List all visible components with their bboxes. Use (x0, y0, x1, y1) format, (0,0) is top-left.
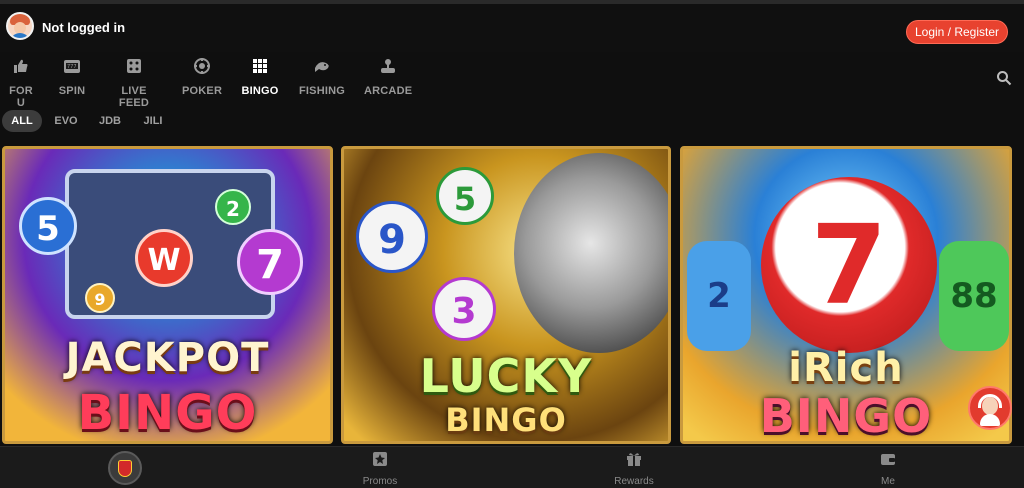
star-ticket-icon (350, 451, 410, 469)
bingo-ball: 3 (432, 277, 496, 341)
provider-filter: ALL EVO JDB JILI (0, 110, 1024, 134)
provider-pill-jdb[interactable]: JDB (94, 110, 126, 132)
game-title-line2: BINGO (77, 385, 258, 441)
user-avatar-icon[interactable] (6, 12, 34, 40)
login-register-button[interactable]: Login / Register (906, 20, 1008, 44)
game-title-line1: iRich (788, 345, 904, 391)
bingo-ball: 9 (85, 283, 115, 313)
game-title-line2: BINGO (445, 401, 567, 439)
category-tab-spin[interactable]: 777 SPIN (56, 58, 88, 102)
vault-door-art (514, 153, 668, 353)
game-card-irich-bingo[interactable]: 2 88 7 iRich BINGO (680, 146, 1012, 444)
login-status: Not logged in (42, 20, 126, 35)
customer-support-icon[interactable] (968, 386, 1012, 430)
provider-pill-evo[interactable]: EVO (50, 110, 82, 132)
game-card-lucky-bingo[interactable]: 9 5 3 LUCKY BINGO (341, 146, 671, 444)
bingo-ball: 5 (436, 167, 494, 225)
home-logo-icon[interactable] (108, 451, 142, 485)
category-label: LIVE FEED (118, 85, 150, 109)
slot-machine-icon: 777 (56, 58, 88, 76)
bingo-ball: 5 (19, 197, 77, 255)
wallet-icon (858, 451, 918, 469)
category-tab-poker[interactable]: POKER (182, 58, 222, 102)
fish-icon (298, 58, 346, 76)
top-bar: Not logged in Login / Register (0, 0, 1024, 52)
bingo-ball: 88 (939, 241, 1009, 351)
category-label: FOR U (9, 85, 33, 109)
category-tab-bingo[interactable]: BINGO (240, 58, 280, 102)
provider-pill-jili[interactable]: JILI (138, 110, 168, 132)
bottom-nav: Promos Rewards Me (0, 446, 1024, 488)
thumbs-up-icon (4, 58, 38, 76)
bingo-ball: 2 (687, 241, 751, 351)
bingo-ball: 7 (761, 177, 937, 353)
category-label: ARCADE (364, 85, 413, 97)
game-title-line1: LUCKY (419, 349, 593, 403)
category-tab-for-u[interactable]: FOR U (4, 58, 38, 109)
game-title-line1: JACKPOT (65, 335, 270, 381)
search-icon[interactable] (996, 70, 1012, 86)
joystick-icon (364, 58, 412, 76)
svg-text:777: 777 (67, 64, 77, 70)
game-title-line2: BINGO (759, 389, 933, 443)
bingo-ball: W (135, 229, 193, 287)
bottom-nav-rewards[interactable]: Rewards (604, 451, 664, 487)
category-label: BINGO (241, 85, 279, 97)
bottom-nav-label: Me (881, 476, 895, 487)
bottom-nav-promos[interactable]: Promos (350, 451, 410, 487)
category-tab-fishing[interactable]: FISHING (298, 58, 346, 102)
bingo-grid-icon (240, 58, 280, 76)
poker-chip-icon (182, 58, 222, 76)
bottom-nav-label: Rewards (614, 476, 654, 487)
category-label: POKER (182, 85, 223, 97)
category-tab-arcade[interactable]: ARCADE (364, 58, 412, 102)
bingo-ball: 7 (237, 229, 303, 295)
provider-pill-all[interactable]: ALL (2, 110, 42, 132)
dice-icon (106, 58, 162, 76)
game-card-jackpot-bingo[interactable]: 5 W 2 7 9 JACKPOT BINGO (2, 146, 333, 444)
gift-icon (604, 451, 664, 469)
bingo-ball: 2 (215, 189, 251, 225)
bottom-nav-me[interactable]: Me (858, 451, 918, 487)
category-label: FISHING (298, 85, 345, 97)
category-label: SPIN (58, 85, 86, 97)
category-tab-live-feed[interactable]: LIVE FEED (106, 58, 162, 109)
bottom-nav-label: Promos (362, 476, 398, 487)
category-nav: FOR U 777 SPIN LIVE FEED POKER BINGO FIS… (0, 58, 1024, 109)
game-grid: 5 W 2 7 9 JACKPOT BINGO 9 5 3 LUCKY BING… (0, 146, 1024, 444)
bingo-ball: 9 (356, 201, 428, 273)
